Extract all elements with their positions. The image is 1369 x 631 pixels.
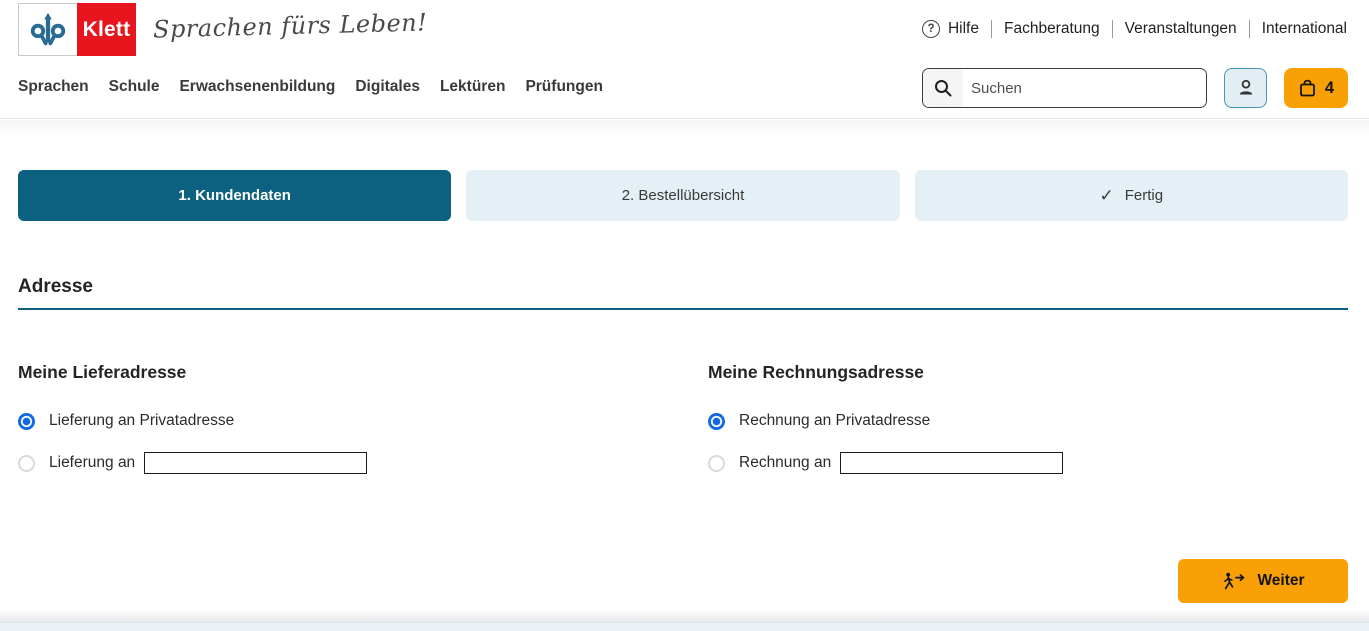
checkout-steps: 1. Kundendaten 2. Bestellübersicht ✓ Fer…	[18, 170, 1348, 221]
utility-nav: ? Hilfe Fachberatung Veranstaltungen Int…	[922, 20, 1347, 38]
billing-private-row: Rechnung an Privatadresse	[708, 409, 1348, 433]
check-icon: ✓	[1100, 186, 1114, 206]
step-fertig[interactable]: ✓ Fertig	[915, 170, 1348, 221]
header-shadow	[0, 120, 1369, 136]
footer-shadow	[0, 609, 1369, 622]
address-columns: Meine Lieferadresse Lieferung an Privata…	[18, 362, 1348, 493]
veranstaltungen-link[interactable]: Veranstaltungen	[1112, 20, 1237, 38]
search-button[interactable]	[923, 69, 963, 107]
billing-other-row: Rechnung an	[708, 451, 1348, 475]
nav-item-digitales[interactable]: Digitales	[355, 78, 420, 96]
nav-item-erwachsenenbildung[interactable]: Erwachsenenbildung	[179, 78, 335, 96]
billing-private-label[interactable]: Rechnung an Privatadresse	[739, 412, 930, 430]
account-button[interactable]	[1224, 68, 1267, 108]
page-title: Adresse	[18, 276, 1348, 310]
next-row: Weiter	[18, 559, 1348, 603]
billing-title: Meine Rechnungsadresse	[708, 362, 1348, 383]
delivery-private-label[interactable]: Lieferung an Privatadresse	[49, 412, 234, 430]
nav-item-schule[interactable]: Schule	[109, 78, 160, 96]
delivery-private-radio[interactable]	[18, 413, 35, 430]
shopping-bag-icon	[1298, 78, 1317, 98]
cart-button[interactable]: 4	[1284, 68, 1348, 108]
international-link[interactable]: International	[1249, 20, 1347, 38]
nav-item-sprachen[interactable]: Sprachen	[18, 78, 89, 96]
klett-wordmark: Klett	[77, 3, 136, 56]
header-tools: 4	[922, 68, 1348, 108]
checkout-page: 1. Kundendaten 2. Bestellübersicht ✓ Fer…	[0, 170, 1369, 603]
help-link[interactable]: ? Hilfe	[922, 20, 979, 38]
cart-count: 4	[1325, 79, 1334, 98]
delivery-private-row: Lieferung an Privatadresse	[18, 409, 708, 433]
klett-logo[interactable]: Klett	[18, 3, 136, 56]
delivery-other-label[interactable]: Lieferung an	[49, 454, 135, 472]
billing-other-radio[interactable]	[708, 455, 725, 472]
klett-symbol-icon	[18, 3, 77, 56]
walk-forward-icon	[1221, 572, 1246, 591]
site-header: Klett Sprachen fürs Leben! ? Hilfe Fachb…	[0, 0, 1369, 119]
brand-tagline: Sprachen fürs Leben!	[153, 8, 428, 43]
delivery-other-radio[interactable]	[18, 455, 35, 472]
search-input[interactable]	[963, 69, 1206, 107]
search-icon	[933, 78, 953, 98]
step-bestelluebersicht[interactable]: 2. Bestellübersicht	[466, 170, 899, 221]
delivery-other-row: Lieferung an	[18, 451, 708, 475]
main-nav: Sprachen Schule Erwachsenenbildung Digit…	[18, 78, 603, 96]
user-icon	[1235, 77, 1257, 99]
step-kundendaten[interactable]: 1. Kundendaten	[18, 170, 451, 221]
delivery-title: Meine Lieferadresse	[18, 362, 708, 383]
footer-strip	[0, 622, 1369, 631]
fachberatung-link[interactable]: Fachberatung	[991, 20, 1100, 38]
nav-item-lektueren[interactable]: Lektüren	[440, 78, 505, 96]
delivery-address-section: Meine Lieferadresse Lieferung an Privata…	[18, 362, 708, 493]
billing-other-label[interactable]: Rechnung an	[739, 454, 831, 472]
billing-private-radio[interactable]	[708, 413, 725, 430]
search-box	[922, 68, 1207, 108]
billing-other-input[interactable]	[840, 452, 1063, 474]
help-icon: ?	[922, 20, 940, 38]
billing-address-section: Meine Rechnungsadresse Rechnung an Priva…	[708, 362, 1348, 493]
help-label: Hilfe	[948, 20, 979, 38]
nav-item-pruefungen[interactable]: Prüfungen	[525, 78, 603, 96]
weiter-button[interactable]: Weiter	[1178, 559, 1348, 603]
delivery-other-input[interactable]	[144, 452, 367, 474]
